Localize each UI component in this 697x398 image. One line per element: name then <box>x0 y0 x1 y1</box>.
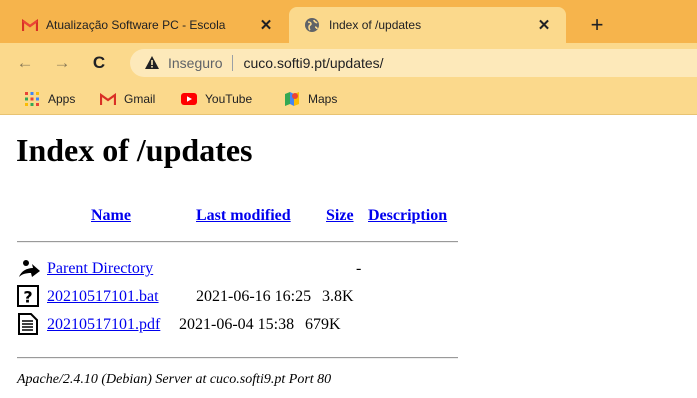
toolbar: ← → C Inseguro cuco.softi9.pt/updates/ <box>0 43 697 83</box>
bookmark-youtube[interactable]: YouTube <box>181 83 252 114</box>
security-label[interactable]: Inseguro <box>168 55 222 71</box>
tab-gmail[interactable]: Atualização Software PC - Escola ✕ <box>9 7 288 43</box>
close-icon[interactable]: ✕ <box>254 13 278 37</box>
unknown-file-icon: ? <box>17 285 41 309</box>
file-link[interactable]: 20210517101.bat <box>47 288 159 306</box>
bookmark-gmail[interactable]: Gmail <box>100 83 155 114</box>
globe-icon <box>304 17 320 33</box>
bookmark-apps[interactable]: Apps <box>24 83 75 114</box>
header-divider <box>17 241 458 243</box>
divider <box>232 55 234 71</box>
column-header-name[interactable]: Name <box>91 207 131 225</box>
svg-text:?: ? <box>23 288 32 307</box>
bookmark-label: Gmail <box>124 91 156 106</box>
file-link[interactable]: Parent Directory <box>47 260 153 278</box>
new-tab-button[interactable]: + <box>585 13 609 37</box>
footer-divider <box>17 357 458 359</box>
bookmarks-bar: Apps Gmail YouTube Maps <box>0 83 697 115</box>
maps-icon <box>284 91 300 107</box>
reload-icon[interactable]: C <box>87 51 111 75</box>
table-row: ? 20210517101.bat 2021-06-16 16:25 3.8K <box>17 285 477 309</box>
close-icon[interactable]: ✕ <box>532 13 556 37</box>
page-content: Index of /updates Name Last modified Siz… <box>0 116 697 398</box>
url-text[interactable]: cuco.softi9.pt/updates/ <box>243 55 383 71</box>
tab-index-of-updates[interactable]: Index of /updates ✕ <box>289 7 566 43</box>
column-header-size[interactable]: Size <box>326 207 354 225</box>
bookmark-label: Apps <box>48 91 76 106</box>
modified-date: 2021-06-16 16:25 <box>196 288 312 305</box>
tab-title: Atualização Software PC - Escola <box>46 18 226 32</box>
youtube-icon <box>181 91 197 107</box>
server-signature: Apache/2.4.10 (Debian) Server at cuco.so… <box>17 372 332 387</box>
forward-arrow-icon[interactable]: → <box>50 51 74 75</box>
back-folder-icon <box>17 257 41 281</box>
file-size: 3.8K <box>322 288 354 305</box>
apps-grid-icon <box>24 91 40 107</box>
file-size: 679K <box>305 316 341 333</box>
file-link[interactable]: 20210517101.pdf <box>47 316 160 334</box>
page-title: Index of /updates <box>16 132 253 168</box>
warning-icon[interactable] <box>145 56 159 70</box>
column-header-last-modified[interactable]: Last modified <box>196 207 291 225</box>
table-row: 20210517101.pdf 2021-06-04 15:38 679K <box>17 313 477 337</box>
file-size: - <box>356 260 362 277</box>
bookmark-maps[interactable]: Maps <box>284 83 337 114</box>
gmail-icon <box>22 17 38 33</box>
address-bar[interactable]: Inseguro cuco.softi9.pt/updates/ <box>130 49 697 77</box>
gmail-icon <box>100 91 116 107</box>
modified-date: 2021-06-04 15:38 <box>179 316 295 333</box>
text-file-icon <box>17 313 41 337</box>
back-arrow-icon[interactable]: ← <box>13 51 37 75</box>
table-row: Parent Directory - <box>17 257 477 281</box>
bookmark-label: YouTube <box>205 91 253 106</box>
tab-strip: Atualização Software PC - Escola ✕ Index… <box>0 0 697 43</box>
bookmark-label: Maps <box>308 91 338 106</box>
column-header-description[interactable]: Description <box>368 207 447 225</box>
tab-title: Index of /updates <box>329 18 422 32</box>
